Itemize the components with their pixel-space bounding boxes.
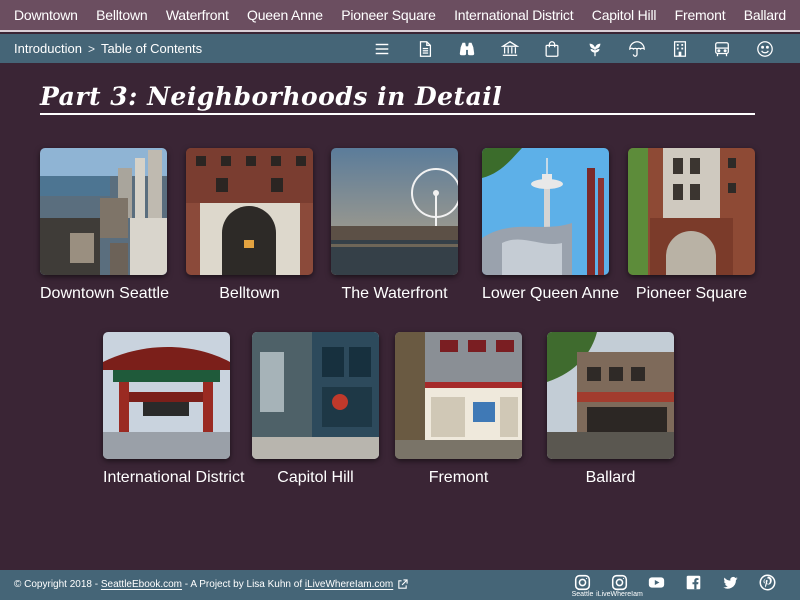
building-icon[interactable] — [659, 34, 702, 63]
card-international-district[interactable]: International District — [103, 332, 245, 487]
bus-icon[interactable] — [701, 34, 744, 63]
card-fremont[interactable]: Fremont — [395, 332, 522, 487]
downtown-seattle-photo — [40, 148, 167, 275]
leaf-icon[interactable] — [574, 34, 617, 63]
breadcrumb-table-of-contents[interactable]: Table of Contents — [101, 41, 202, 56]
card-the-waterfront[interactable]: The Waterfront — [331, 148, 458, 303]
card-label: Lower Queen Anne — [482, 285, 619, 302]
nav-pioneer-square[interactable]: Pioneer Square — [341, 7, 436, 23]
twitter-link[interactable] — [712, 570, 749, 600]
card-downtown-seattle[interactable]: Downtown Seattle — [40, 148, 169, 303]
fremont-photo — [395, 332, 522, 459]
binoculars-icon[interactable] — [446, 34, 489, 63]
international-district-photo — [103, 332, 230, 459]
card-label: Belltown — [219, 285, 280, 302]
seattle-ebook-link[interactable]: SeattleEbook.com — [101, 580, 182, 591]
menu-icon[interactable] — [361, 34, 404, 63]
museum-icon[interactable] — [489, 34, 532, 63]
nav-downtown[interactable]: Downtown — [14, 7, 78, 23]
nav-capitol-hill[interactable]: Capitol Hill — [592, 7, 657, 23]
card-label: Downtown Seattle — [40, 285, 169, 302]
smiley-icon[interactable] — [744, 34, 787, 63]
instagram-icon — [574, 574, 591, 591]
instagram-ilivewhereiam-link[interactable]: iLiveWhereIam — [596, 570, 643, 600]
card-label: Ballard — [585, 469, 636, 486]
nav-international-district[interactable]: International District — [454, 7, 574, 23]
lower-queen-anne-photo — [482, 148, 609, 275]
card-label: International District — [103, 469, 245, 486]
pinterest-link[interactable] — [749, 570, 786, 600]
breadcrumb-separator: > — [87, 41, 95, 56]
card-label: Capitol Hill — [277, 469, 354, 486]
card-capitol-hill[interactable]: Capitol Hill — [252, 332, 379, 487]
youtube-link[interactable] — [638, 570, 675, 600]
social-links: Seattle iLiveWhereIam — [564, 570, 786, 600]
belltown-photo — [186, 148, 313, 275]
card-label: Fremont — [428, 469, 489, 486]
facebook-icon — [686, 575, 701, 590]
page-title-block: Part 3: Neighborhoods in Detail — [40, 82, 755, 115]
social-caption: Seattle — [571, 591, 594, 598]
twitter-icon — [723, 576, 738, 589]
toolbar: Introduction > Table of Contents — [0, 34, 800, 63]
breadcrumb: Introduction > Table of Contents — [14, 41, 202, 56]
footer: © Copyright 2018 - SeattleEbook.com - A … — [0, 570, 800, 600]
project-credit-text: - A Project by Lisa Kuhn of — [182, 579, 305, 591]
card-label: The Waterfront — [341, 285, 448, 302]
waterfront-photo — [331, 148, 458, 275]
section-icons — [361, 34, 786, 63]
card-ballard[interactable]: Ballard — [547, 332, 674, 487]
shopping-bag-icon[interactable] — [531, 34, 574, 63]
page-title: Part 3: Neighborhoods in Detail — [40, 82, 503, 111]
ilivewhereiam-link[interactable]: iLiveWhereIam.com — [305, 580, 393, 591]
pinterest-icon — [759, 574, 776, 591]
nav-ballard[interactable]: Ballard — [744, 7, 786, 23]
nav-belltown[interactable]: Belltown — [96, 7, 148, 23]
copyright-text: © Copyright 2018 - — [14, 579, 101, 591]
breadcrumb-introduction[interactable]: Introduction — [14, 41, 82, 56]
capitol-hill-photo — [252, 332, 379, 459]
instagram-icon — [611, 574, 628, 591]
facebook-link[interactable] — [675, 570, 712, 600]
pioneer-square-photo — [628, 148, 755, 275]
nav-queen-anne[interactable]: Queen Anne — [247, 7, 323, 23]
social-caption: iLiveWhereIam — [596, 591, 643, 598]
card-label: Pioneer Square — [635, 285, 748, 302]
neighborhood-nav: Downtown Belltown Waterfront Queen Anne … — [0, 0, 800, 32]
umbrella-icon[interactable] — [616, 34, 659, 63]
youtube-icon — [648, 577, 665, 588]
card-pioneer-square[interactable]: Pioneer Square — [628, 148, 755, 303]
nav-waterfront[interactable]: Waterfront — [166, 7, 229, 23]
card-lower-queen-anne[interactable]: Lower Queen Anne — [482, 148, 619, 303]
card-belltown[interactable]: Belltown — [186, 148, 313, 303]
document-icon[interactable] — [404, 34, 447, 63]
external-link-icon — [398, 579, 408, 590]
footer-credits: © Copyright 2018 - SeattleEbook.com - A … — [14, 579, 408, 591]
nav-fremont[interactable]: Fremont — [675, 7, 726, 23]
ballard-photo — [547, 332, 674, 459]
